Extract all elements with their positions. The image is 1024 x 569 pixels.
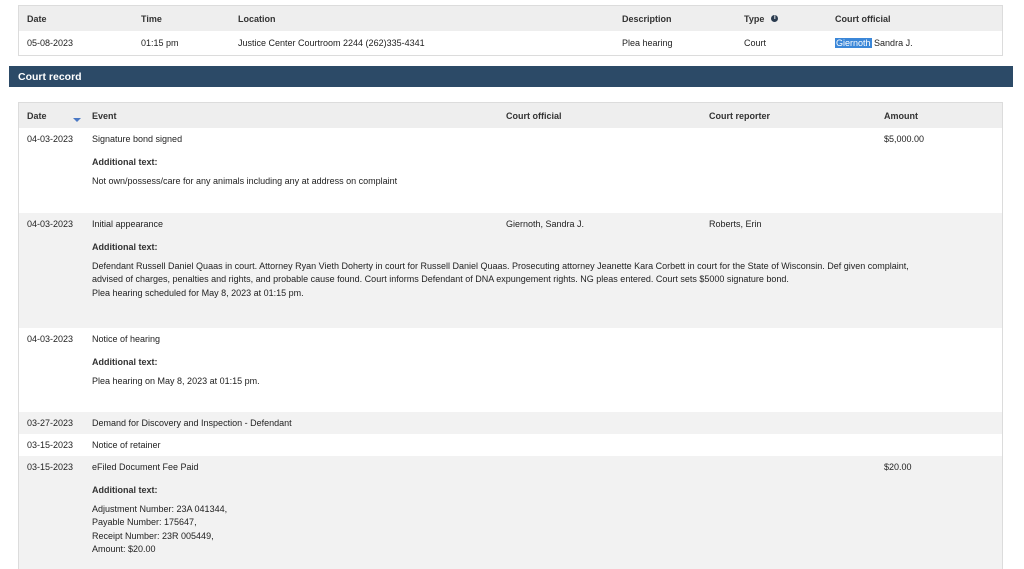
additional-text-block: Additional text: Plea hearing on May 8, … (92, 356, 996, 388)
entry-event: eFiled Document Fee Paid (92, 462, 199, 472)
entry-date: 04-03-2023 (27, 219, 74, 229)
hearings-header-row: Date Time Location Description Type i Co… (19, 6, 1002, 31)
section-title: Court record (18, 70, 82, 83)
additional-text-block: Additional text: Adjustment Number: 23A … (92, 484, 996, 557)
hearing-row: 05-08-2023 01:15 pm Justice Center Court… (19, 31, 1002, 55)
record-header-court-official[interactable]: Court official (506, 103, 562, 128)
hearing-type: Court (744, 38, 767, 48)
entry-date: 03-15-2023 (27, 462, 74, 472)
hearing-official: Giernoth Sandra J. (835, 31, 913, 55)
additional-text-line: Plea hearing on May 8, 2023 at 01:15 pm. (92, 375, 260, 386)
hearing-official-rest: Sandra J. (874, 38, 913, 48)
header-location[interactable]: Location (238, 6, 276, 31)
court-record-table: Date Event Court official Court reporter… (18, 102, 1003, 569)
additional-text-line: Not own/possess/care for any animals inc… (92, 175, 398, 186)
additional-text-line: Plea hearing scheduled for May 8, 2023 a… (92, 287, 304, 298)
additional-text-label: Additional text: (92, 485, 158, 495)
record-entry: 03-15-2023 eFiled Document Fee Paid $20.… (19, 456, 1002, 569)
additional-text-line: Defendant Russell Daniel Quaas in court.… (92, 260, 909, 271)
entry-event: Signature bond signed (92, 134, 183, 144)
entry-event: Demand for Discovery and Inspection - De… (92, 418, 292, 428)
hearing-description: Plea hearing (622, 38, 673, 48)
header-date[interactable]: Date (27, 6, 47, 31)
additional-text-label: Additional text: (92, 357, 158, 367)
highlighted-text: Giernoth (835, 38, 872, 48)
record-entry: 04-03-2023 Signature bond signed $5,000.… (19, 128, 1002, 213)
entry-date: 03-27-2023 (27, 418, 74, 428)
header-type-label: Type (744, 13, 765, 24)
header-time[interactable]: Time (141, 6, 162, 31)
additional-text-block: Additional text: Defendant Russell Danie… (92, 241, 996, 300)
court-record-header-row: Date Event Court official Court reporter… (19, 103, 1002, 128)
hearing-time: 01:15 pm (141, 38, 179, 48)
record-entry: 03-27-2023 Demand for Discovery and Insp… (19, 412, 1002, 434)
entry-amount: $5,000.00 (884, 134, 925, 144)
hearings-table: Date Time Location Description Type i Co… (18, 5, 1003, 56)
hearing-location: Justice Center Courtroom 2244 (262)335-4… (238, 38, 425, 48)
additional-text-block: Additional text: Not own/possess/care fo… (92, 156, 996, 188)
header-type[interactable]: Type i (744, 6, 779, 31)
entry-date: 04-03-2023 (27, 134, 74, 144)
sort-descending-icon[interactable] (73, 118, 81, 122)
entry-date: 04-03-2023 (27, 334, 74, 344)
record-header-amount[interactable]: Amount (884, 103, 918, 128)
record-header-court-reporter[interactable]: Court reporter (709, 103, 770, 128)
record-header-event[interactable]: Event (92, 103, 117, 128)
record-entry: 03-15-2023 Notice of retainer (19, 434, 1002, 456)
record-entry: 04-03-2023 Notice of hearing Additional … (19, 328, 1002, 412)
additional-text-line: Receipt Number: 23R 005449, (92, 530, 214, 541)
header-description[interactable]: Description (622, 6, 672, 31)
info-icon[interactable]: i (771, 15, 779, 22)
entry-court-official: Giernoth, Sandra J. (506, 219, 585, 229)
additional-text-label: Additional text: (92, 157, 158, 167)
additional-text-label: Additional text: (92, 242, 158, 252)
header-court-official[interactable]: Court official (835, 6, 891, 31)
additional-text-line: Amount: $20.00 (92, 544, 156, 554)
entry-event: Notice of retainer (92, 440, 161, 450)
record-entry: 04-03-2023 Initial appearance Giernoth, … (19, 213, 1002, 328)
additional-text-line: Payable Number: 175647, (92, 517, 197, 527)
additional-text-line: advised of charges, penalties and rights… (92, 274, 789, 284)
entry-date: 03-15-2023 (27, 440, 74, 450)
entry-event: Notice of hearing (92, 334, 161, 344)
record-header-date[interactable]: Date (27, 103, 47, 128)
court-record-section-header[interactable]: Court record (9, 66, 1013, 87)
hearing-date: 05-08-2023 (27, 38, 74, 48)
entry-amount: $20.00 (884, 462, 912, 472)
entry-event: Initial appearance (92, 219, 164, 229)
additional-text-line: Adjustment Number: 23A 041344, (92, 503, 228, 514)
entry-court-reporter: Roberts, Erin (709, 219, 762, 229)
